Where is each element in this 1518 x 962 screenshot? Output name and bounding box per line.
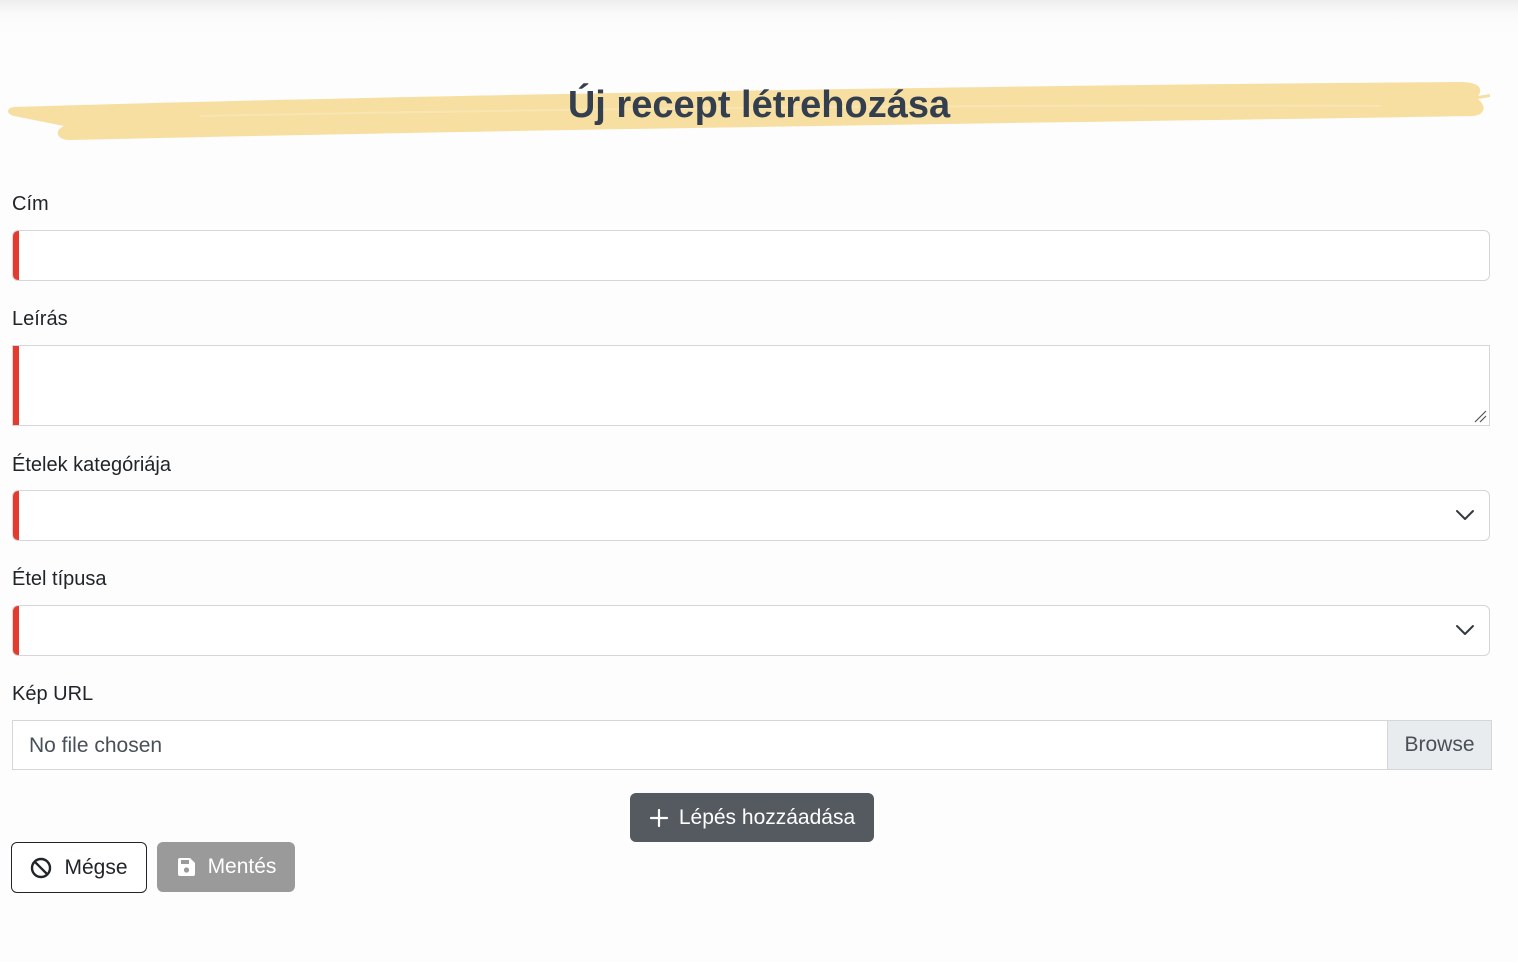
save-button[interactable]: Mentés <box>157 842 295 892</box>
description-textarea[interactable] <box>12 345 1490 426</box>
image-url-label: Kép URL <box>12 683 94 705</box>
invalid-indicator <box>13 491 19 540</box>
type-label: Étel típusa <box>12 568 107 590</box>
floppy-disk-icon <box>177 858 195 876</box>
image-file-input[interactable]: No file chosen Browse <box>12 720 1492 770</box>
top-navbar-shadow <box>0 0 1518 34</box>
chevron-down-icon <box>1456 625 1474 635</box>
add-step-button[interactable]: Lépés hozzáadása <box>630 793 874 842</box>
page-header: Új recept létrehozása <box>0 70 1518 150</box>
invalid-indicator <box>13 231 19 280</box>
plus-icon <box>649 808 668 827</box>
cancel-button[interactable]: Mégse <box>11 842 147 893</box>
add-step-label: Lépés hozzáadása <box>678 805 856 829</box>
chevron-down-icon <box>1456 510 1474 520</box>
file-status-text: No file chosen <box>29 734 163 757</box>
title-label: Cím <box>12 193 49 215</box>
invalid-indicator <box>13 346 19 425</box>
title-input[interactable] <box>12 230 1490 281</box>
cancel-label: Mégse <box>64 855 128 879</box>
resize-grip-icon[interactable] <box>1473 409 1487 423</box>
description-label: Leírás <box>12 308 68 330</box>
save-label: Mentés <box>207 855 277 878</box>
browse-button[interactable]: Browse <box>1387 721 1491 769</box>
category-label: Ételek kategóriája <box>12 454 171 476</box>
category-select[interactable] <box>12 490 1490 541</box>
invalid-indicator <box>13 606 19 655</box>
type-select[interactable] <box>12 605 1490 656</box>
ban-icon <box>31 857 52 878</box>
page-title: Új recept létrehozása <box>567 84 951 126</box>
